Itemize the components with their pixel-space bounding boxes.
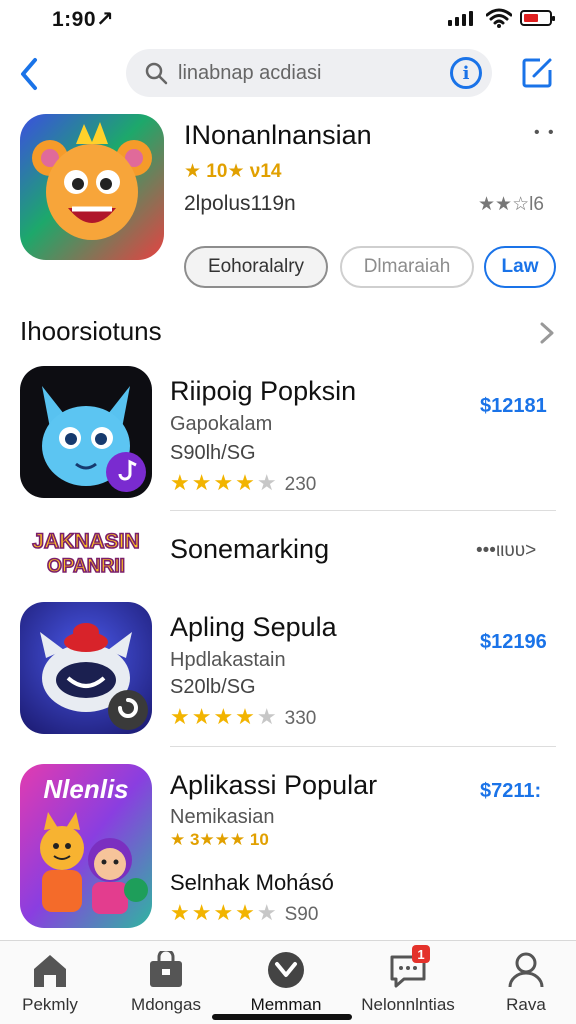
kids-icon-lettering: Nlenlis: [43, 774, 128, 804]
compass-icon: [268, 952, 304, 988]
home-indicator[interactable]: [212, 1014, 352, 1020]
chevron-right-icon[interactable]: [536, 318, 558, 348]
tab-profile[interactable]: Rava: [470, 951, 576, 1015]
law-button[interactable]: Law: [484, 246, 556, 288]
compose-icon[interactable]: [520, 56, 554, 90]
person-icon: [508, 952, 544, 988]
notification-badge: 1: [412, 945, 430, 963]
filter-chip-primary[interactable]: Eohoralalry: [184, 246, 328, 288]
battery-icon: [520, 10, 555, 26]
rating-count: 330: [284, 708, 317, 729]
status-bar: 1:90↗: [0, 0, 576, 40]
tab-bar: Pekmly Mdongas Memman 1 Nelonnlntias Rav…: [0, 940, 576, 1024]
more-options-icon[interactable]: • •: [534, 124, 556, 142]
divider: [170, 746, 556, 747]
bag-icon: [150, 948, 182, 987]
tab-label: Mdongas: [131, 995, 201, 1014]
featured-app-icon[interactable]: [20, 114, 164, 260]
app-name[interactable]: Aplikassi Popular: [170, 770, 377, 801]
tab-home[interactable]: Pekmly: [0, 951, 106, 1015]
rating-count: S90: [284, 904, 319, 925]
app-size: S90lh/SG: [170, 442, 256, 464]
app-icon-cat[interactable]: [20, 366, 152, 498]
app-tagline: Selnhak Mohásó: [170, 870, 334, 895]
app-name[interactable]: Apling Sepula: [170, 612, 337, 643]
stars-empty: ★: [256, 704, 279, 729]
search-icon: [145, 62, 168, 85]
star-rating: ★★★★★ 330: [170, 704, 316, 730]
promo-logo[interactable]: JAKNASIN OPANRII: [18, 522, 154, 584]
wifi-icon: [486, 8, 512, 28]
tab-label: Pekmly: [22, 995, 78, 1014]
cellular-signal-icon: [448, 10, 473, 26]
tab-label: Memman: [250, 995, 322, 1014]
back-button[interactable]: [12, 54, 46, 94]
promo-title[interactable]: Sonemarking: [170, 534, 329, 565]
info-icon[interactable]: i: [450, 57, 482, 89]
section-title: Ihoorsiotuns: [20, 316, 162, 346]
stars-filled: ★★★★: [170, 900, 257, 925]
featured-app-rating: ★ 10★ ν14: [184, 161, 282, 182]
stars-filled: ★★★★: [170, 704, 257, 729]
app-icon-robot[interactable]: [20, 602, 152, 734]
price-button[interactable]: $12196: [480, 631, 547, 654]
star-rating: ★★★★★ S90: [170, 900, 318, 926]
rating-count: 230: [284, 474, 317, 495]
featured-app-subtitle: 2lpolus119n: [184, 192, 296, 215]
app-developer: Nemikasian: [170, 806, 275, 828]
app-icon-kids[interactable]: Nlenlis: [20, 764, 152, 928]
filter-chip-secondary[interactable]: Dlmaraiah: [340, 246, 474, 288]
stars-empty: ★: [256, 900, 279, 925]
home-icon: [34, 955, 66, 987]
app-name[interactable]: Riipoig Popksin: [170, 376, 356, 407]
star-rating: ★★★★★ 230: [170, 470, 316, 496]
chevron-left-icon: [21, 58, 37, 90]
tab-discover[interactable]: Memman: [230, 951, 342, 1015]
svg-text:OPANRII: OPANRII: [47, 556, 125, 577]
tab-messages[interactable]: 1 Nelonnlntias: [352, 945, 464, 1015]
promo-more-link[interactable]: •••ιιυυ>: [476, 540, 536, 562]
search-placeholder: linabnap acdiasi: [178, 62, 322, 84]
price-button[interactable]: $7211:: [480, 780, 541, 803]
featured-app-title[interactable]: INonanlnansian: [184, 120, 372, 151]
app-size: S20lb/SG: [170, 676, 256, 698]
stars-empty: ★: [256, 470, 279, 495]
divider: [170, 510, 556, 511]
search-bar[interactable]: linabnap acdiasi i: [126, 49, 492, 97]
tab-shop[interactable]: Mdongas: [110, 948, 222, 1015]
app-inline-rating: ★ 3★★★ 10: [170, 830, 269, 849]
price-button[interactable]: $12181: [480, 395, 547, 418]
status-time: 1:90↗: [52, 8, 115, 31]
featured-app-meta: ★★☆l6: [478, 194, 544, 215]
promo-logo-text: JAKNASIN: [32, 530, 139, 553]
tab-label: Nelonnlntias: [361, 995, 455, 1014]
app-developer: Gapokalam: [170, 413, 273, 435]
app-developer: Hpdlakastain: [170, 649, 286, 671]
tab-label: Rava: [506, 995, 546, 1014]
stars-filled: ★★★★: [170, 470, 257, 495]
